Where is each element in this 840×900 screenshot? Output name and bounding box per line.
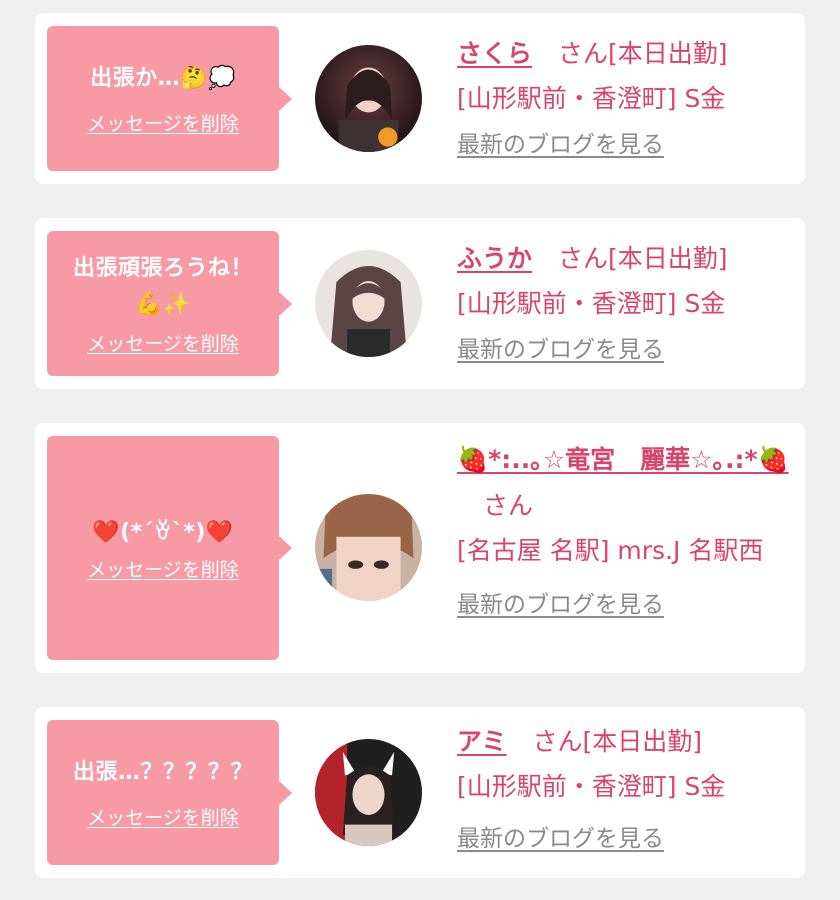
shop-label: [山形駅前・香澄町] S金 [457, 772, 726, 801]
delete-message-link[interactable]: メッセージを削除 [87, 329, 239, 356]
name-line: 🍓*:..｡☆竜宮 麗華☆｡.:*🍓 さん [457, 437, 797, 529]
delete-message-link[interactable]: メッセージを削除 [87, 555, 239, 582]
name-suffix: さん[本日出勤] [532, 727, 703, 756]
latest-blog-link[interactable]: 最新のブログを見る [457, 819, 664, 853]
shop-label: [山形駅前・香澄町] S金 [457, 289, 726, 318]
girl-info: アミ さん[本日出勤] [山形駅前・香澄町] S金 最新のブログを見る [457, 719, 797, 853]
delete-message-link[interactable]: メッセージを削除 [87, 803, 239, 830]
avatar[interactable] [315, 494, 422, 601]
name-suffix: さん [483, 491, 534, 520]
girl-info: さくら さん[本日出勤] [山形駅前・香澄町] S金 最新のブログを見る [457, 31, 797, 159]
photo-avatar-icon [315, 494, 422, 601]
photo-avatar-icon [315, 250, 422, 357]
message-card: 出張…？？？？？ メッセージを削除 アミ さん[本日出勤] [山形駅前・香澄町] … [35, 707, 805, 878]
message-card: ❤️(*´ꈊ`*)❤️ メッセージを削除 🍓*:..｡☆竜宮 麗華☆｡.:*🍓 さ… [35, 423, 805, 673]
message-text: 出張…？？？？？ [72, 760, 253, 785]
shop-label: [名古屋 名駅] mrs.J 名駅西 [457, 536, 764, 565]
name-suffix: さん[本日出勤] [558, 244, 728, 273]
delete-message-link[interactable]: メッセージを削除 [87, 109, 239, 136]
shop-label: [山形駅前・香澄町] S金 [457, 84, 726, 113]
name-line: さくら さん[本日出勤] [457, 31, 797, 77]
avatar[interactable] [315, 45, 422, 152]
message-bubble: 出張か…🤔💭 メッセージを削除 [47, 26, 292, 171]
photo-avatar-icon [315, 739, 422, 846]
girl-name-link[interactable]: さくら [457, 39, 532, 68]
latest-blog-link[interactable]: 最新のブログを見る [457, 125, 664, 159]
latest-blog-link[interactable]: 最新のブログを見る [457, 585, 664, 619]
message-text: 出張頑張ろうね！ [72, 256, 253, 281]
name-line: アミ さん[本日出勤] [457, 719, 797, 765]
message-text-line2: 💪✨ [135, 292, 191, 317]
message-card: 出張頑張ろうね！ 💪✨ メッセージを削除 ふうか さん[本日出勤] [山形駅前・香… [35, 218, 805, 389]
photo-avatar-icon [315, 45, 422, 152]
message-bubble: 出張頑張ろうね！ 💪✨ メッセージを削除 [47, 231, 292, 376]
name-suffix: さん[本日出勤] [558, 39, 728, 68]
message-text: ❤️(*´ꈊ`*)❤️ [92, 519, 234, 545]
message-card: 出張か…🤔💭 メッセージを削除 さくら さん[本日出勤] [山形駅前・香澄町] S… [35, 13, 805, 184]
name-line: ふうか さん[本日出勤] [457, 236, 797, 282]
girl-info: ふうか さん[本日出勤] [山形駅前・香澄町] S金 最新のブログを見る [457, 236, 797, 364]
avatar[interactable] [315, 739, 422, 846]
latest-blog-link[interactable]: 最新のブログを見る [457, 330, 664, 364]
message-bubble: 出張…？？？？？ メッセージを削除 [47, 720, 292, 865]
girl-name-link[interactable]: アミ [457, 727, 507, 756]
girl-name-link[interactable]: ふうか [457, 244, 532, 273]
girl-name-link[interactable]: 🍓*:..｡☆竜宮 麗華☆｡.:*🍓 [457, 445, 789, 474]
message-bubble: ❤️(*´ꈊ`*)❤️ メッセージを削除 [47, 436, 292, 660]
avatar[interactable] [315, 250, 422, 357]
message-text: 出張か…🤔💭 [90, 66, 236, 91]
girl-info: 🍓*:..｡☆竜宮 麗華☆｡.:*🍓さん [名古屋 名駅] mrs.J 名駅西 … [457, 437, 797, 619]
